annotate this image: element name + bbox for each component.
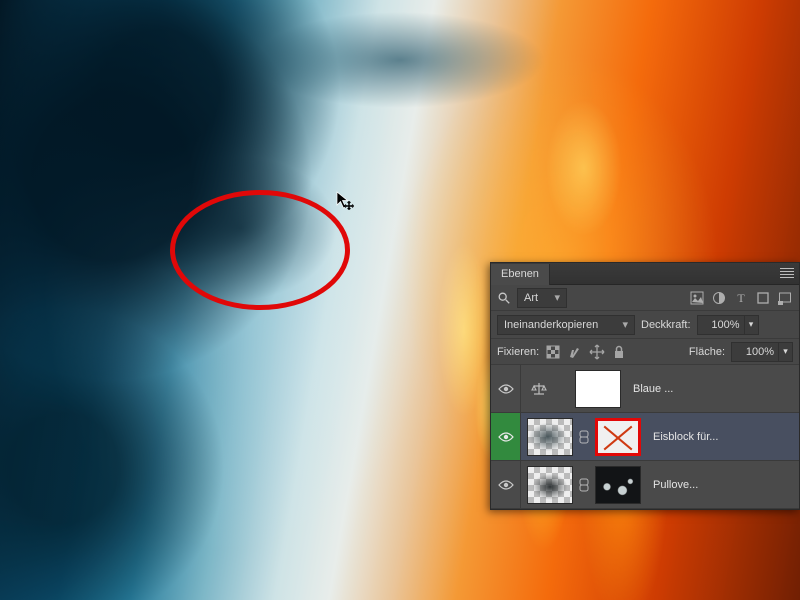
layer-thumbnail[interactable] [527, 466, 573, 504]
svg-text:T: T [737, 291, 745, 305]
panel-flyout-menu-icon[interactable] [779, 266, 795, 280]
blend-mode-select[interactable]: Ineinanderkopieren ▾ [497, 315, 635, 335]
blend-mode-row: Ineinanderkopieren ▾ Deckkraft: 100% ▾ [491, 311, 799, 339]
balance-icon [531, 382, 547, 396]
mask-link-icon[interactable] [579, 430, 589, 444]
layer-mask-thumbnail-annotated[interactable] [595, 418, 641, 456]
opacity-input[interactable]: 100% [697, 315, 745, 335]
opacity-label: Deckkraft: [641, 319, 691, 331]
visibility-toggle[interactable] [491, 461, 521, 508]
layer-row[interactable]: Blaue ... [491, 365, 799, 413]
layers-list: Blaue ... Eisblock für... [491, 365, 799, 509]
visibility-toggle[interactable] [491, 365, 521, 412]
panel-tab-bar: Ebenen [491, 263, 799, 285]
layer-row[interactable]: Pullove... [491, 461, 799, 509]
opacity-flyout-toggle[interactable]: ▾ [745, 315, 759, 335]
opacity-value: 100% [711, 319, 739, 331]
filter-shape-icon[interactable] [755, 290, 771, 306]
filter-type-icon[interactable]: T [733, 290, 749, 306]
lock-all-icon[interactable] [611, 344, 627, 360]
lock-transparency-icon[interactable] [545, 344, 561, 360]
chevron-down-icon: ▾ [783, 346, 788, 357]
filter-pixel-icon[interactable] [689, 290, 705, 306]
chevron-down-icon: ▾ [622, 318, 628, 331]
search-icon [497, 291, 511, 305]
fill-flyout-toggle[interactable]: ▾ [779, 342, 793, 362]
lock-position-icon[interactable] [589, 344, 605, 360]
filter-smartobject-icon[interactable] [777, 290, 793, 306]
layer-mask-thumbnail[interactable] [595, 466, 641, 504]
lock-label: Fixieren: [497, 346, 539, 358]
layer-name[interactable]: Pullove... [647, 479, 799, 491]
layer-name[interactable]: Blaue ... [627, 383, 799, 395]
visibility-toggle[interactable] [491, 413, 521, 460]
lock-row: Fixieren: Fläche: 100% ▾ [491, 339, 799, 365]
filter-kind-select[interactable]: Art ▾ [517, 288, 567, 308]
fill-label: Fläche: [689, 346, 725, 358]
tab-layers[interactable]: Ebenen [491, 264, 550, 285]
lock-pixels-icon[interactable] [567, 344, 583, 360]
layer-mask-thumbnail[interactable] [575, 370, 621, 408]
layer-filter-row: Art ▾ T [491, 285, 799, 311]
mask-link-icon[interactable] [579, 478, 589, 492]
blend-mode-value: Ineinanderkopieren [504, 319, 598, 331]
filter-kind-label: Art [524, 292, 538, 304]
layer-row[interactable]: Eisblock für... [491, 413, 799, 461]
eye-icon [498, 383, 514, 395]
eye-icon [498, 431, 514, 443]
layers-panel: Ebenen Art ▾ T Ineinanderkopieren ▾ Deck… [490, 262, 800, 510]
chevron-down-icon: ▾ [749, 319, 754, 330]
filter-adjustment-icon[interactable] [711, 290, 727, 306]
chevron-down-icon: ▾ [554, 291, 560, 304]
fill-value: 100% [746, 346, 774, 358]
eye-icon [498, 479, 514, 491]
layer-thumbnail[interactable] [527, 418, 573, 456]
layer-name[interactable]: Eisblock für... [647, 431, 799, 443]
fill-input[interactable]: 100% [731, 342, 779, 362]
